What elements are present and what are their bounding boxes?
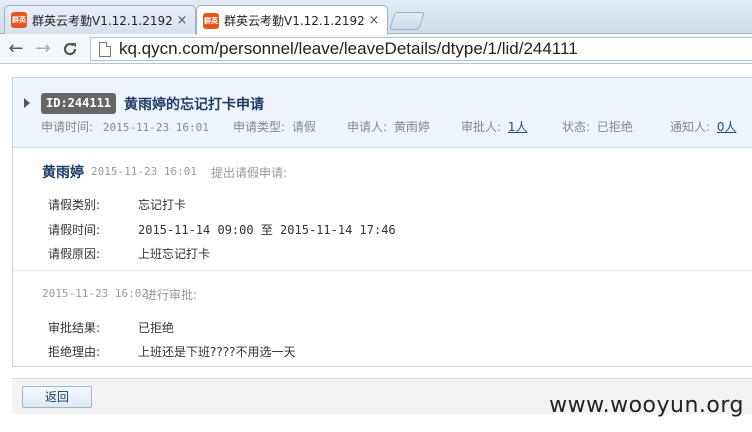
tab-title: 群英云考勤V1.12.1.21922 — [32, 13, 172, 28]
section-divider — [13, 270, 752, 271]
browser-tab-1[interactable]: 群英 群英云考勤V1.12.1.21922 × — [4, 5, 196, 34]
meta-label: 申请类型: — [233, 120, 286, 134]
url-text: kq.qycn.com/personnel/leave/leaveDetails… — [119, 39, 578, 58]
row-label: 请假时间: — [48, 223, 101, 237]
meta-status: 状态: 已拒绝 — [562, 118, 633, 135]
row-value: 2015-11-14 09:00 至 2015-11-14 17:46 — [138, 223, 396, 237]
row-value: 已拒绝 — [138, 321, 175, 335]
leave-detail-panel: ID:244111 黄雨婷的忘记打卡申请 申请时间: 2015-11-23 16… — [12, 77, 752, 367]
watermark: www.wooyun.org — [549, 393, 744, 418]
meta-applicant: 申请人: 黄雨婷 — [347, 118, 430, 135]
application-action: 提出请假申请: — [211, 166, 288, 180]
status-badge: 已拒绝 — [596, 120, 633, 134]
meta-type: 申请类型: 请假 — [233, 118, 316, 135]
approver-link[interactable]: 1人 — [508, 120, 528, 134]
row-value: 上班忘记打卡 — [138, 247, 211, 261]
meta-value: 黄雨婷 — [393, 120, 430, 134]
notify-link[interactable]: 0人 — [717, 120, 737, 134]
meta-label: 申请时间: — [41, 120, 94, 134]
meta-apply-time: 申请时间: 2015-11-23 16:01 — [41, 118, 209, 135]
page-top-gap — [0, 64, 752, 78]
applicant-name: 黄雨婷 — [42, 165, 84, 181]
meta-label: 审批人: — [461, 120, 502, 134]
qunying-logo-icon: 群英 — [203, 12, 219, 29]
browser-tab-2[interactable]: 群英 群英云考勤V1.12.1.21922 × — [196, 5, 388, 35]
row-label: 审批结果: — [48, 321, 101, 335]
application-row: 请假类别: 忘记打卡 — [48, 196, 648, 212]
forward-arrow-icon[interactable]: → — [32, 38, 54, 60]
meta-label: 通知人: — [670, 120, 711, 134]
application-row: 请假原因: 上班忘记打卡 — [48, 245, 648, 261]
approval-row: 审批结果: 已拒绝 — [48, 319, 648, 335]
back-arrow-icon[interactable]: ← — [5, 38, 27, 60]
application-time: 2015-11-23 16:01 — [91, 165, 197, 178]
meta-label: 状态: — [562, 120, 591, 134]
browser-toolbar: ← → kq.qycn.com/personnel/leave/leaveDet… — [0, 34, 752, 64]
meta-label: 申请人: — [347, 120, 388, 134]
row-label: 请假类别: — [48, 198, 101, 212]
detail-header: ID:244111 黄雨婷的忘记打卡申请 申请时间: 2015-11-23 16… — [13, 78, 752, 148]
tab-strip: 群英 群英云考勤V1.12.1.21922 × 群英 群英云考勤V1.12.1.… — [0, 0, 752, 35]
meta-approver: 审批人: 1人 — [461, 118, 528, 135]
approval-action: 进行审批: — [145, 288, 198, 302]
row-value: 上班还是下班????不用选一天 — [138, 345, 296, 359]
meta-notify: 通知人: 0人 — [670, 118, 737, 135]
meta-value: 请假 — [291, 120, 316, 134]
close-icon[interactable]: × — [367, 13, 381, 28]
page-title: 黄雨婷的忘记打卡申请 — [124, 97, 264, 113]
qunying-logo-icon: 群英 — [11, 12, 27, 28]
reload-icon[interactable] — [59, 38, 81, 60]
close-icon[interactable]: × — [175, 13, 189, 28]
row-label: 拒绝理由: — [48, 345, 101, 359]
meta-value: 2015-11-23 16:01 — [102, 121, 209, 134]
id-badge: ID:244111 — [41, 93, 117, 114]
new-tab-button[interactable] — [389, 12, 425, 30]
back-button[interactable]: 返回 — [22, 386, 92, 408]
address-bar[interactable]: kq.qycn.com/personnel/leave/leaveDetails… — [90, 37, 752, 61]
page-icon — [99, 41, 111, 57]
row-label: 请假原因: — [48, 247, 101, 261]
expand-arrow-icon[interactable] — [24, 98, 30, 108]
row-value: 忘记打卡 — [138, 198, 187, 212]
application-row: 请假时间: 2015-11-14 09:00 至 2015-11-14 17:4… — [48, 221, 648, 237]
approval-row: 拒绝理由: 上班还是下班????不用选一天 — [48, 343, 648, 359]
tab-title: 群英云考勤V1.12.1.21922 — [224, 14, 364, 28]
approval-time: 2015-11-23 16:02 — [42, 287, 148, 300]
